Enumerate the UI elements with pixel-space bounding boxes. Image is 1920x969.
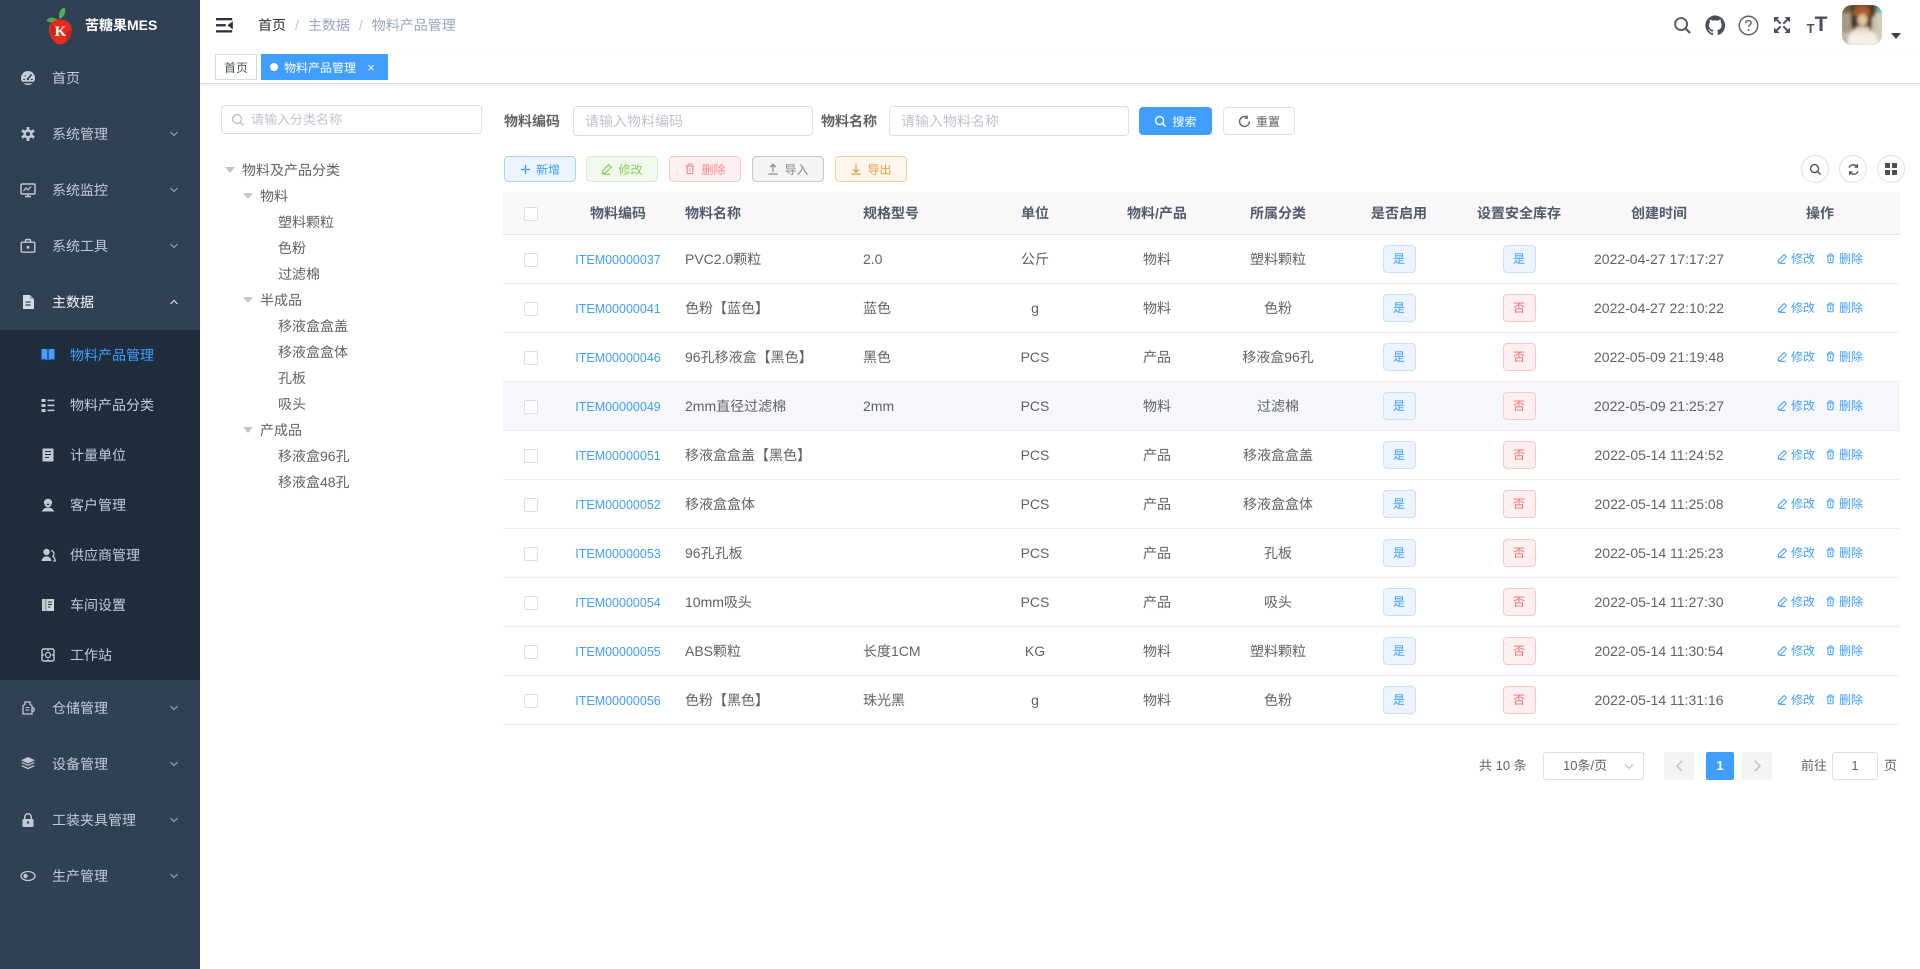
svg-text:K: K [55,24,67,40]
